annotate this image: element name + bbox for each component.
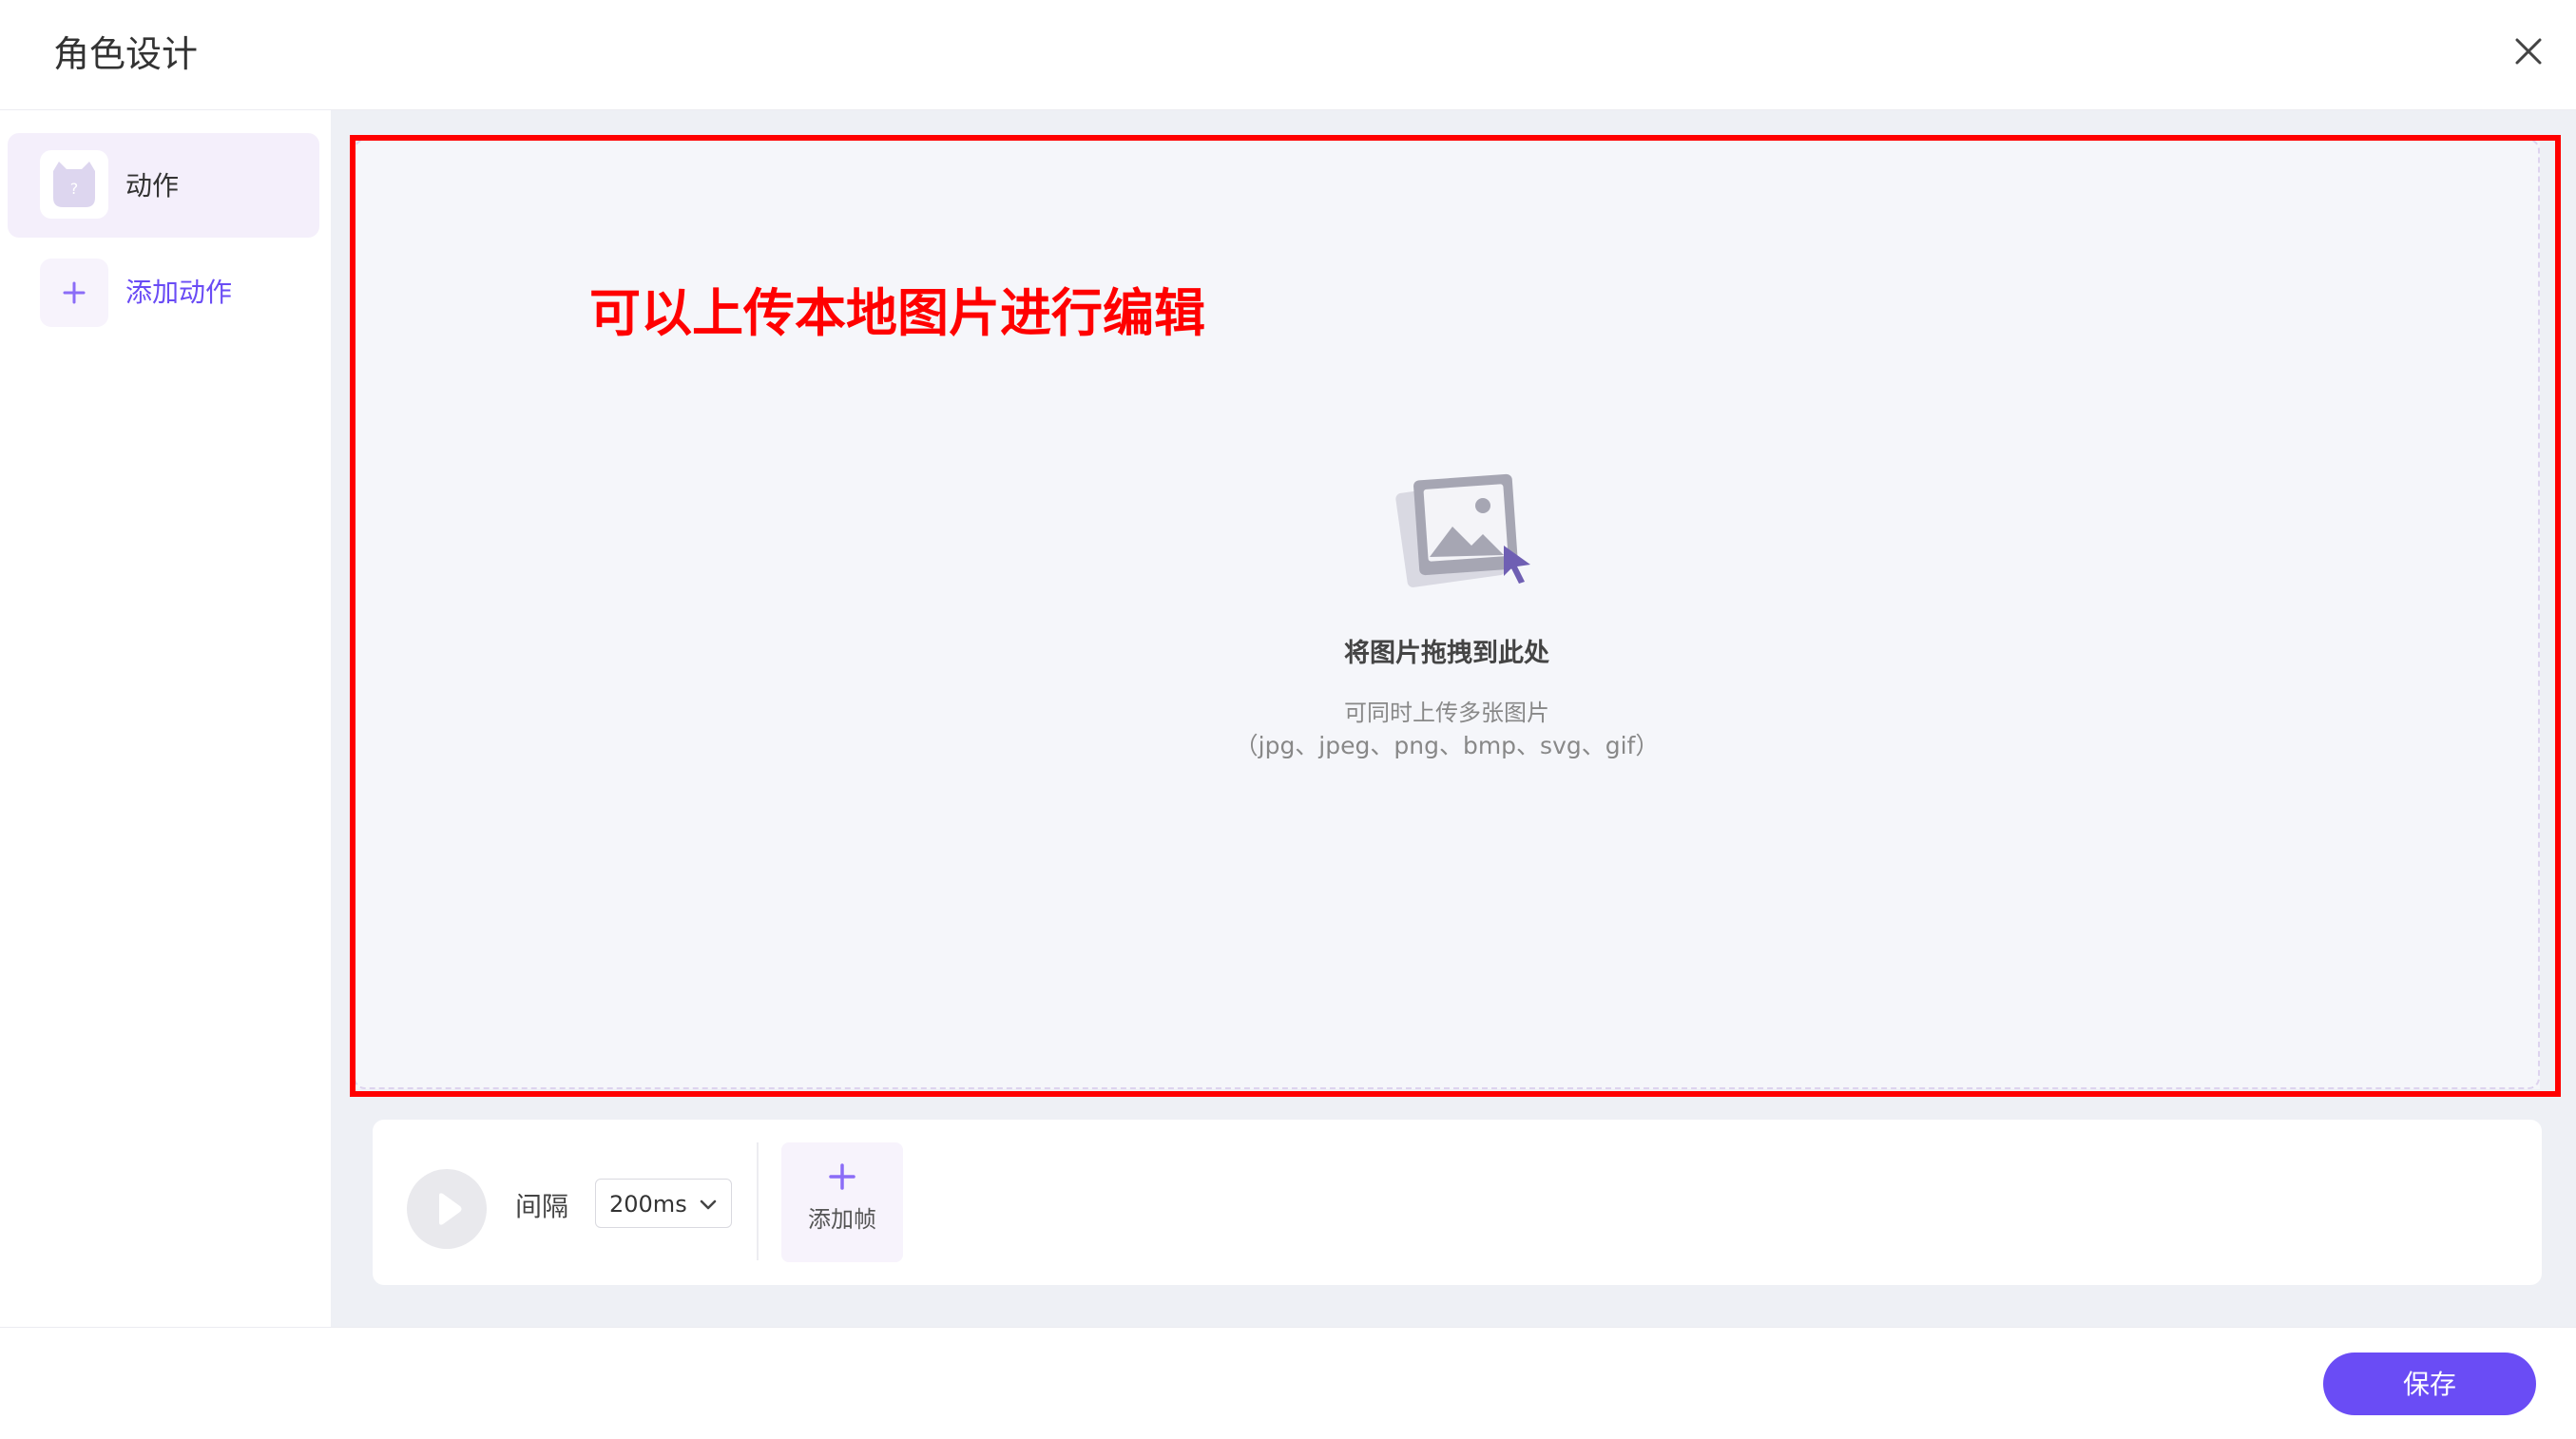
drop-title: 将图片拖拽到此处 — [1344, 639, 1549, 668]
close-button[interactable] — [2506, 29, 2551, 74]
frame-timeline: 间隔 200ms 添加帧 — [373, 1120, 2542, 1285]
play-icon — [439, 1193, 462, 1225]
drop-formats: （jpg、jpeg、png、bmp、svg、gif） — [1234, 732, 1660, 759]
close-icon — [2515, 38, 2542, 65]
image-upload-icon — [1395, 473, 1530, 587]
dialog-header: 角色设计 — [0, 0, 2576, 110]
editor-main: 可以上传本地图片进行编辑 将图片拖拽到此处 可同时上传多张图片 （jpg、jpe… — [331, 110, 2576, 1327]
plus-icon — [829, 1163, 855, 1190]
sidebar-item-action[interactable]: ? 动作 — [8, 133, 319, 238]
upload-panel: 可以上传本地图片进行编辑 将图片拖拽到此处 可同时上传多张图片 （jpg、jpe… — [354, 139, 2540, 1089]
add-action-button[interactable]: 添加动作 — [40, 259, 306, 327]
svg-text:?: ? — [70, 180, 79, 198]
action-sidebar: ? 动作 添加动作 — [0, 110, 331, 1327]
annotation-text: 可以上传本地图片进行编辑 — [589, 283, 1205, 343]
drop-subtitle: 可同时上传多张图片 — [1344, 700, 1549, 726]
interval-label: 间隔 — [515, 1191, 569, 1222]
cat-avatar-icon: ? — [53, 162, 95, 207]
save-button[interactable]: 保存 — [2323, 1353, 2536, 1415]
chevron-down-icon — [700, 1199, 717, 1210]
play-button[interactable] — [407, 1169, 487, 1249]
add-action-label: 添加动作 — [125, 277, 233, 308]
add-action-icon-box — [40, 259, 108, 327]
add-frame-button[interactable]: 添加帧 — [781, 1142, 903, 1262]
sidebar-item-label: 动作 — [125, 170, 180, 201]
plus-icon — [63, 281, 86, 304]
action-thumbnail: ? — [40, 150, 108, 219]
add-frame-label: 添加帧 — [808, 1206, 876, 1233]
timeline-divider — [757, 1142, 759, 1260]
interval-value: 200ms — [609, 1191, 687, 1218]
dialog-footer: 保存 — [0, 1327, 2576, 1439]
interval-select[interactable]: 200ms — [595, 1179, 732, 1228]
dialog-title: 角色设计 — [53, 33, 199, 75]
